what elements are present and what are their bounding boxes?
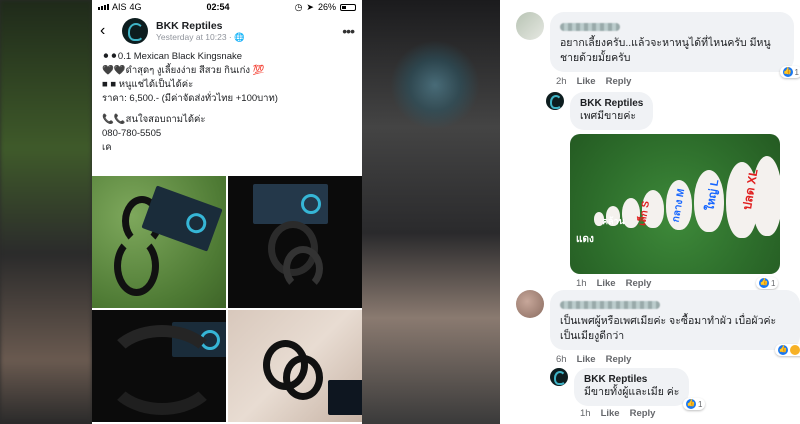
post-line: 📞📞สนใจสอบถามได้ค่ะ xyxy=(102,114,206,125)
comment-text: มีขายทั้งผู้และเมีย ค่ะ xyxy=(584,386,680,398)
haha-reaction-icon xyxy=(790,345,800,355)
comment-bubble: อยากเลี้ยงครับ..แล้วจะหาหนูได้ที่ไหนครับ… xyxy=(550,12,800,78)
like-reaction-icon: 👍 xyxy=(685,399,696,409)
photo-snake-grass[interactable] xyxy=(92,176,226,308)
signal-icon xyxy=(98,4,109,10)
status-bar: AIS 4G 02:54 ◷ ➤ 26% xyxy=(92,0,362,14)
like-button[interactable]: Like xyxy=(577,76,596,87)
comment-bubble: เป็นเพศผู้หรือเพศเมียค่ะ จะซื้อมาทำผัว เ… xyxy=(550,290,800,356)
post-line: เค xyxy=(102,142,112,153)
reaction-count[interactable]: 👍 1 xyxy=(756,277,779,289)
photo-snake-closeup[interactable] xyxy=(92,310,226,422)
reaction-count[interactable]: 👍 1 xyxy=(682,398,706,410)
post-time[interactable]: Yesterday at 10:23 · xyxy=(156,32,234,42)
photo-label: แดง xyxy=(576,234,594,245)
author-name-blurred[interactable] xyxy=(560,301,660,309)
comment-text: เพศมีขายค่ะ xyxy=(580,110,636,122)
reply-item: BKK Reptiles มีขายทั้งผู้และเมีย ค่ะ 👍 1 … xyxy=(550,368,706,419)
comment-item: เป็นเพศผู้หรือเพศเมียค่ะ จะซื้อมาทำผัว เ… xyxy=(516,290,800,365)
page-avatar[interactable] xyxy=(546,92,564,110)
avatar[interactable] xyxy=(516,290,544,318)
reply-button[interactable]: Reply xyxy=(626,278,652,289)
post-header: ‹ BKK Reptiles Yesterday at 10:23 · 🌐 ••… xyxy=(92,14,362,48)
reply-item: BKK Reptiles เพศมีขายค่ะ แดง คล้าน เล็ก … xyxy=(546,92,780,289)
post-line: ■ ■ หนูแช่ได้เป็นได้ค่ะ xyxy=(102,79,194,90)
photo-grid xyxy=(92,176,362,424)
comment-item: อยากเลี้ยงครับ..แล้วจะหาหนูได้ที่ไหนครับ… xyxy=(516,12,800,87)
photo-snake-card[interactable] xyxy=(228,176,362,308)
comment-photo-mice[interactable]: แดง คล้าน เล็ก S กลาง M ใหญ่ L ปลด XL xyxy=(570,134,780,274)
page-name[interactable]: BKK Reptiles xyxy=(156,20,334,32)
post-line[interactable]: 080-780-5505 xyxy=(102,127,352,141)
like-button[interactable]: Like xyxy=(597,278,616,289)
network-label: 4G xyxy=(129,2,142,12)
comment-bubble: BKK Reptiles เพศมีขายค่ะ xyxy=(570,92,654,130)
battery-percent: 26% xyxy=(317,2,336,12)
comment-time: 2h xyxy=(556,76,567,87)
like-reaction-icon: 👍 xyxy=(782,67,793,77)
comment-text: เป็นเพศผู้หรือเพศเมียค่ะ จะซื้อมาทำผัว เ… xyxy=(560,315,777,327)
reply-button[interactable]: Reply xyxy=(630,408,656,419)
comments-panel: อยากเลี้ยงครับ..แล้วจะหาหนูได้ที่ไหนครับ… xyxy=(500,0,800,424)
comment-author[interactable]: BKK Reptiles xyxy=(584,374,679,385)
post-line: ราคา: 6,500.- (มีค่าจัดส่งทั่วไทย +100บา… xyxy=(102,93,278,104)
photo-label: คล้าน xyxy=(602,216,625,226)
back-arrow-icon[interactable]: ‹ xyxy=(100,22,114,40)
post-text: ⚫⚫0.1 Mexican Black Kingsnake 🖤🖤ดำสุดๆ ง… xyxy=(92,48,362,157)
like-reaction-icon: 👍 xyxy=(778,345,789,355)
like-reaction-icon: 👍 xyxy=(759,278,769,288)
alarm-icon: ◷ xyxy=(294,1,303,12)
like-button[interactable]: Like xyxy=(601,408,620,419)
comment-author[interactable]: BKK Reptiles xyxy=(580,98,643,109)
author-name-blurred[interactable] xyxy=(560,23,620,31)
reaction-count[interactable]: 👍 1 xyxy=(779,66,800,78)
comment-text: อยากเลี้ยงครับ..แล้วจะหาหนูได้ที่ไหนครับ… xyxy=(560,37,771,49)
comment-text: ชายด้วยมั้ยครับ xyxy=(560,52,631,64)
globe-icon: 🌐 xyxy=(234,31,245,42)
blurred-logo-blob xyxy=(390,40,480,130)
more-options-icon[interactable]: ••• xyxy=(342,23,355,39)
carrier-label: AIS xyxy=(112,2,127,12)
blurred-background-left xyxy=(0,0,92,424)
location-icon: ➤ xyxy=(306,1,314,12)
facebook-post-screenshot: AIS 4G 02:54 ◷ ➤ 26% ‹ BKK Reptiles Yest… xyxy=(92,0,362,424)
page-avatar[interactable] xyxy=(122,18,148,44)
comment-time: 1h xyxy=(580,408,591,419)
avatar[interactable] xyxy=(516,12,544,40)
reply-button[interactable]: Reply xyxy=(606,354,632,365)
reaction-count[interactable]: 👍10 xyxy=(775,344,800,356)
comment-time: 1h xyxy=(576,278,587,289)
post-line: 🖤🖤ดำสุดๆ งูเลี้ยงง่าย สีสวย กินเก่ง 💯 xyxy=(102,65,265,76)
photo-snake-hand[interactable] xyxy=(228,310,362,422)
clock: 02:54 xyxy=(206,2,230,12)
reply-button[interactable]: Reply xyxy=(606,76,632,87)
comment-text: เป็นเมียงูดีกว่า xyxy=(560,330,625,342)
comment-time: 6h xyxy=(556,354,567,365)
battery-icon xyxy=(339,3,356,11)
post-line: ⚫⚫0.1 Mexican Black Kingsnake xyxy=(102,51,243,62)
comment-bubble: BKK Reptiles มีขายทั้งผู้และเมีย ค่ะ 👍 1 xyxy=(574,368,706,410)
page-avatar[interactable] xyxy=(550,368,568,386)
like-button[interactable]: Like xyxy=(577,354,596,365)
